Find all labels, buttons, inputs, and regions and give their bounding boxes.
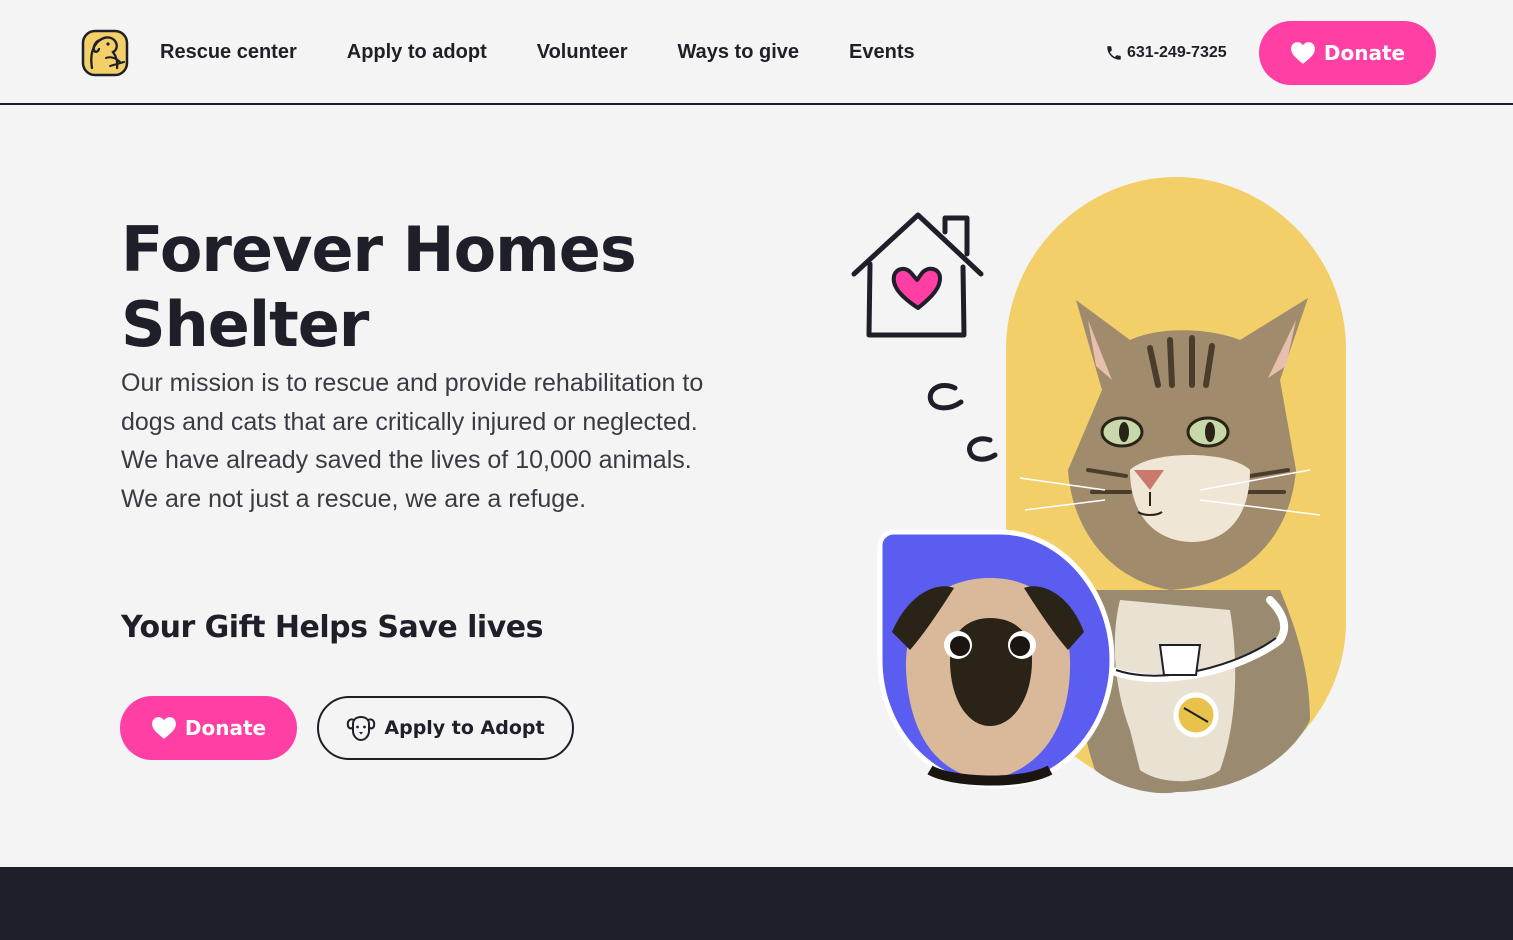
pets-illustration xyxy=(851,177,1346,794)
gift-heading: Your Gift Helps Save lives xyxy=(121,610,543,645)
hero-donate-button[interactable]: Donate xyxy=(120,696,297,760)
hero-donate-label: Donate xyxy=(184,716,267,740)
apply-to-adopt-button[interactable]: Apply to Adopt xyxy=(317,696,574,760)
doodle-mark xyxy=(967,436,998,462)
header-donate-button[interactable]: Donate xyxy=(1259,21,1436,85)
phone-number: 631-249-7325 xyxy=(1127,44,1227,61)
phone-icon xyxy=(1107,46,1121,60)
dog-face-icon xyxy=(347,715,376,742)
nav-item-volunteer[interactable]: Volunteer xyxy=(537,41,628,64)
heart-icon xyxy=(151,717,176,739)
header-donate-label: Donate xyxy=(1323,41,1406,65)
nav-item-rescue-center[interactable]: Rescue center xyxy=(160,41,297,64)
site-header: Rescue center Apply to adopt Volunteer W… xyxy=(0,0,1513,105)
phone-link[interactable]: 631-249-7325 xyxy=(1105,42,1227,64)
hero-description: Our mission is to rescue and provide reh… xyxy=(121,369,704,513)
doodle-mark xyxy=(927,383,964,411)
heart-icon xyxy=(1290,42,1315,64)
site-logo[interactable] xyxy=(80,28,130,78)
house-heart-icon xyxy=(851,212,984,338)
apply-to-adopt-label: Apply to Adopt xyxy=(384,717,545,739)
nav-item-events[interactable]: Events xyxy=(849,41,915,64)
nav-item-ways-to-give[interactable]: Ways to give xyxy=(678,41,800,64)
pug-photo xyxy=(877,529,1115,789)
hero-illustration xyxy=(840,170,1360,810)
nav-item-apply-to-adopt[interactable]: Apply to adopt xyxy=(347,41,487,64)
dark-section-band xyxy=(0,867,1513,940)
main-nav: Rescue center Apply to adopt Volunteer W… xyxy=(160,0,965,105)
dog-cat-logo-icon xyxy=(81,29,129,77)
hero-title: Forever Homes Shelter xyxy=(121,213,637,361)
